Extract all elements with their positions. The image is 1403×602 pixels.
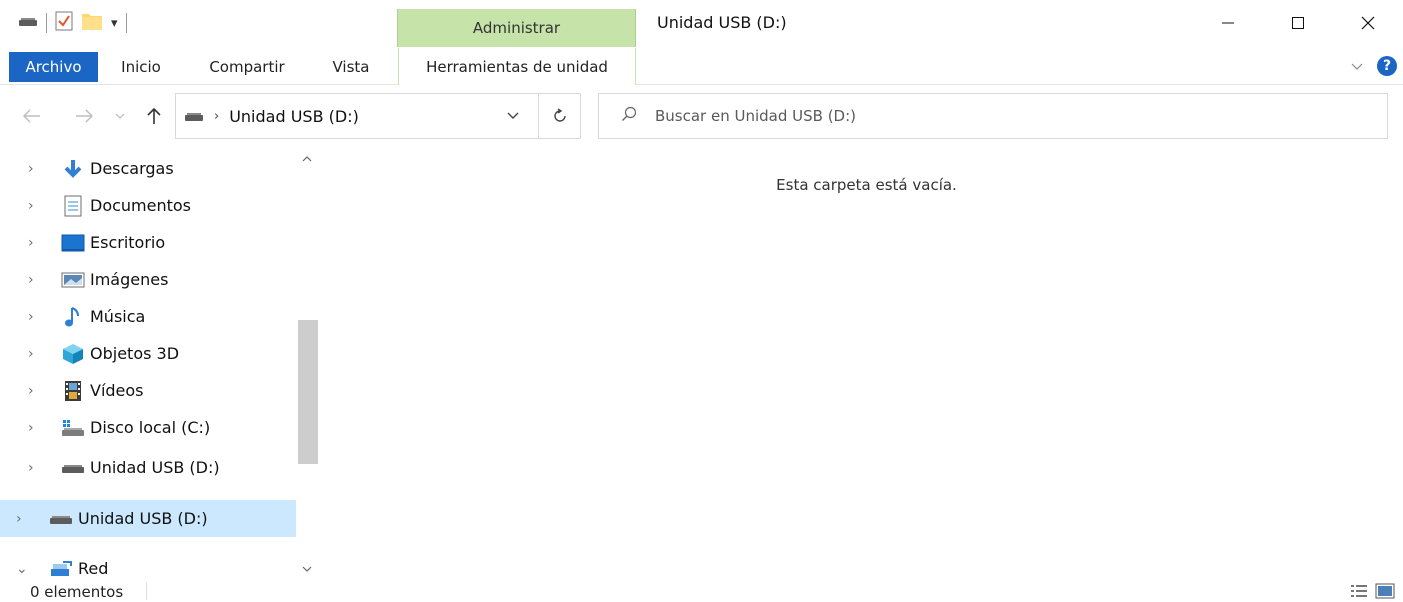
nav-item-label: Escritorio bbox=[90, 233, 166, 252]
tab-compartir[interactable]: Compartir bbox=[195, 52, 299, 82]
scroll-thumb[interactable] bbox=[298, 320, 318, 464]
nav-item-objetos-3d[interactable]: › Objetos 3D bbox=[0, 335, 179, 372]
search-input[interactable] bbox=[655, 107, 1355, 125]
downloads-icon bbox=[60, 158, 86, 180]
nav-item-escritorio[interactable]: › Escritorio bbox=[0, 224, 165, 261]
new-folder-icon[interactable] bbox=[81, 10, 103, 36]
nav-item-musica[interactable]: › Música bbox=[0, 298, 145, 335]
tab-inicio[interactable]: Inicio bbox=[106, 52, 176, 82]
search-icon bbox=[621, 106, 637, 126]
maximize-button[interactable] bbox=[1263, 0, 1333, 46]
toolbar-separator bbox=[125, 13, 127, 33]
empty-folder-message: Esta carpeta está vacía. bbox=[776, 176, 957, 194]
title-bar: ▾ Administrar Unidad USB (D:) bbox=[0, 0, 1403, 47]
up-button[interactable] bbox=[142, 104, 166, 128]
chevron-right-icon[interactable]: › bbox=[28, 198, 50, 214]
refresh-button[interactable] bbox=[538, 94, 580, 138]
chevron-right-icon[interactable]: › bbox=[28, 309, 50, 325]
nav-item-documentos[interactable]: › Documentos bbox=[0, 187, 191, 224]
expand-ribbon-button[interactable] bbox=[1351, 57, 1363, 75]
context-tab-group-label: Administrar bbox=[397, 9, 636, 47]
status-bar: 0 elementos bbox=[0, 580, 1403, 602]
desktop-icon bbox=[60, 232, 86, 254]
window-controls bbox=[1193, 0, 1403, 46]
chevron-down-icon[interactable]: ⌄ bbox=[16, 561, 38, 577]
chevron-right-icon[interactable]: › bbox=[16, 511, 38, 527]
documents-icon bbox=[60, 195, 86, 217]
chevron-right-icon[interactable]: › bbox=[28, 235, 50, 251]
nav-item-imagenes[interactable]: › Imágenes bbox=[0, 261, 168, 298]
address-bar[interactable]: › Unidad USB (D:) bbox=[175, 93, 581, 139]
minimize-button[interactable] bbox=[1193, 0, 1263, 46]
nav-item-red[interactable]: ⌄ Red bbox=[0, 550, 108, 580]
nav-item-label: Documentos bbox=[90, 196, 192, 215]
local-disk-icon bbox=[60, 417, 86, 439]
recent-locations-button[interactable] bbox=[108, 104, 132, 128]
status-separator bbox=[146, 582, 147, 600]
nav-item-label: Vídeos bbox=[90, 381, 144, 400]
close-button[interactable] bbox=[1333, 0, 1403, 46]
quick-access-toolbar: ▾ bbox=[18, 10, 127, 36]
nav-item-label: Unidad USB (D:) bbox=[90, 458, 220, 477]
help-icon[interactable]: ? bbox=[1377, 56, 1397, 76]
network-icon bbox=[48, 558, 74, 580]
tab-vista[interactable]: Vista bbox=[318, 52, 384, 82]
toolbar-separator bbox=[46, 13, 47, 33]
chevron-right-icon[interactable]: › bbox=[28, 272, 50, 288]
chevron-right-icon[interactable]: › bbox=[28, 383, 50, 399]
nav-item-label: Disco local (C:) bbox=[90, 418, 211, 437]
drive-icon bbox=[184, 107, 204, 126]
nav-item-label: Red bbox=[78, 559, 109, 578]
chevron-right-icon[interactable]: › bbox=[28, 420, 50, 436]
chevron-right-icon[interactable]: › bbox=[214, 109, 219, 124]
nav-pane-scrollbar[interactable] bbox=[296, 148, 318, 580]
drive-icon[interactable] bbox=[18, 14, 38, 32]
nav-item-label: Descargas bbox=[90, 159, 174, 178]
nav-item-label: Imágenes bbox=[90, 270, 169, 289]
back-button[interactable] bbox=[20, 104, 44, 128]
nav-item-videos[interactable]: › Vídeos bbox=[0, 372, 144, 409]
navigation-pane: › Descargas › Documentos › Escritorio › … bbox=[0, 148, 318, 580]
tab-herramientas-de-unidad[interactable]: Herramientas de unidad bbox=[398, 48, 636, 85]
scroll-down-button[interactable] bbox=[296, 558, 318, 580]
scroll-up-button[interactable] bbox=[296, 148, 318, 170]
tab-archivo[interactable]: Archivo bbox=[9, 52, 98, 82]
ribbon-right-controls: ? bbox=[1351, 56, 1397, 76]
music-icon bbox=[60, 306, 86, 328]
chevron-right-icon[interactable]: › bbox=[28, 161, 50, 177]
search-box[interactable] bbox=[598, 93, 1388, 139]
nav-item-unidad-usb-d-root[interactable]: › Unidad USB (D:) bbox=[0, 500, 296, 537]
view-switcher bbox=[1349, 582, 1395, 600]
customize-toolbar-icon[interactable]: ▾ bbox=[111, 16, 118, 31]
address-dropdown-button[interactable] bbox=[488, 94, 538, 138]
pictures-icon bbox=[60, 269, 86, 291]
nav-item-label: Música bbox=[90, 307, 146, 326]
file-list[interactable]: Esta carpeta está vacía. bbox=[330, 148, 1403, 580]
large-icons-view-icon[interactable] bbox=[1375, 582, 1395, 600]
ribbon-tabs: Archivo Inicio Compartir Vista Herramien… bbox=[0, 48, 1403, 85]
chevron-right-icon[interactable]: › bbox=[28, 346, 50, 362]
nav-item-descargas[interactable]: › Descargas bbox=[0, 150, 174, 187]
window-title: Unidad USB (D:) bbox=[657, 13, 787, 32]
item-count: 0 elementos bbox=[30, 583, 124, 601]
forward-button[interactable] bbox=[72, 104, 96, 128]
navigation-bar: › Unidad USB (D:) bbox=[0, 92, 1403, 140]
usb-drive-icon bbox=[60, 457, 86, 479]
videos-icon bbox=[60, 380, 86, 402]
nav-item-unidad-usb-d[interactable]: › Unidad USB (D:) bbox=[0, 449, 220, 486]
usb-drive-icon bbox=[48, 508, 74, 530]
chevron-right-icon[interactable]: › bbox=[28, 460, 50, 476]
3d-objects-icon bbox=[60, 343, 86, 365]
breadcrumb-item[interactable]: Unidad USB (D:) bbox=[229, 107, 359, 126]
nav-item-disco-local-c[interactable]: › Disco local (C:) bbox=[0, 409, 210, 446]
details-view-icon[interactable] bbox=[1349, 582, 1369, 600]
nav-item-label: Unidad USB (D:) bbox=[78, 509, 208, 528]
breadcrumb: › Unidad USB (D:) bbox=[176, 107, 488, 126]
nav-item-label: Objetos 3D bbox=[90, 344, 180, 363]
properties-icon[interactable] bbox=[55, 11, 73, 35]
